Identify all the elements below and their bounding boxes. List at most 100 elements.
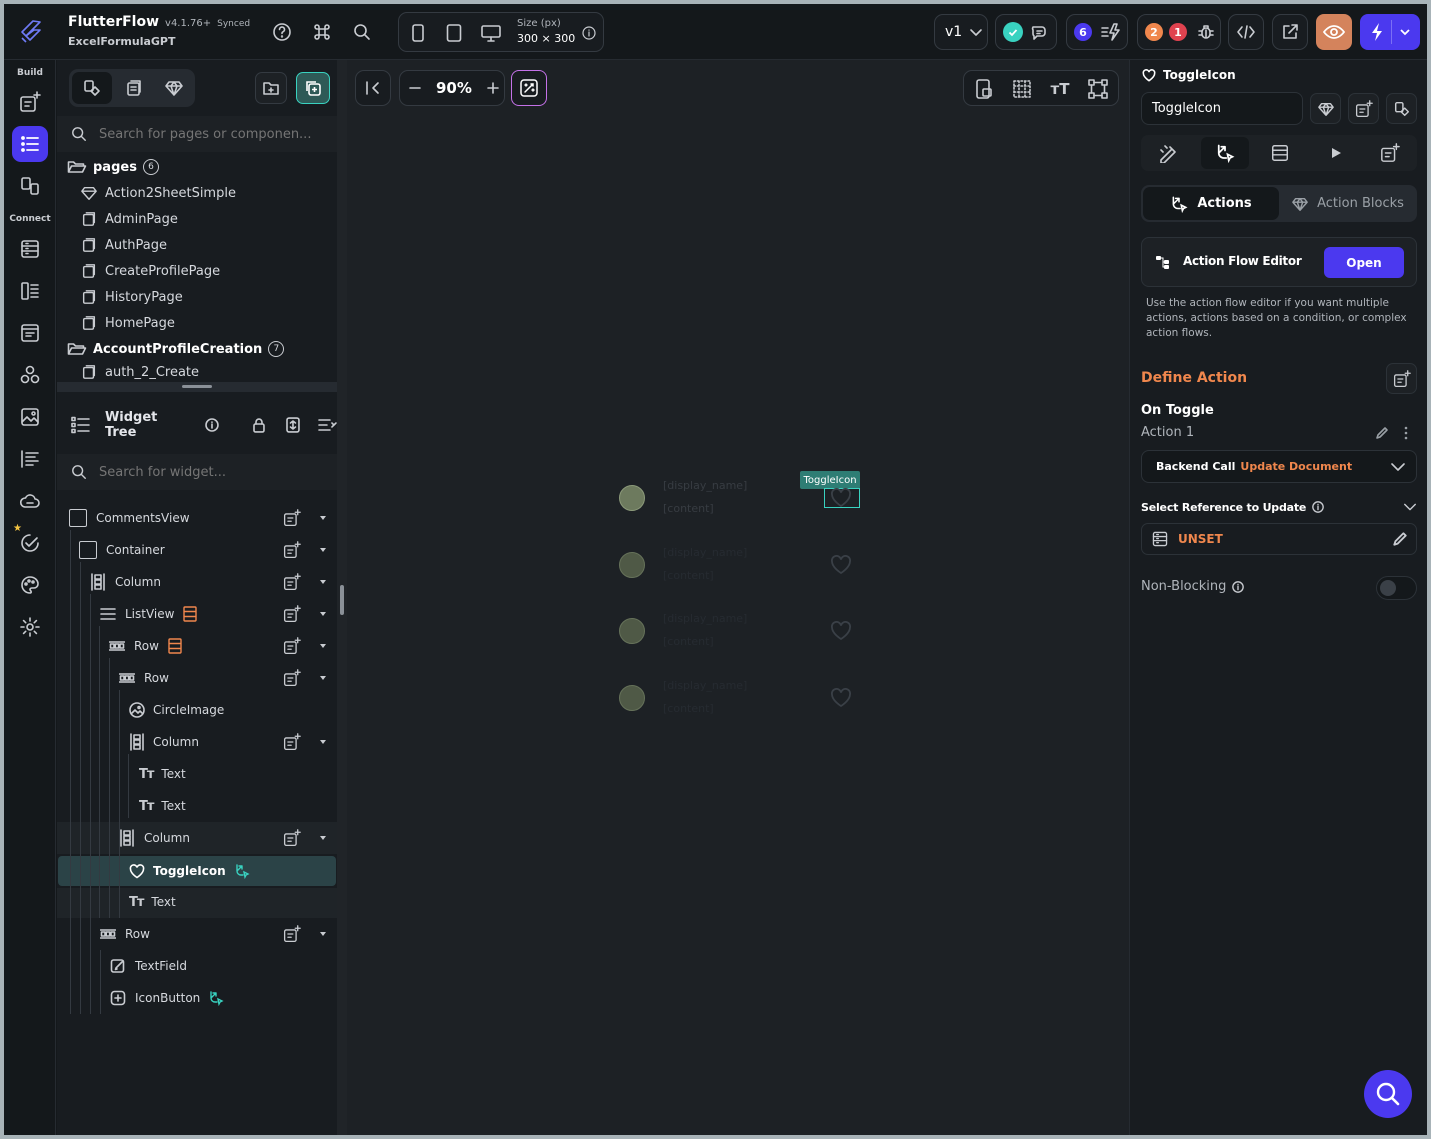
- page-item-authpage[interactable]: AuthPage: [57, 232, 337, 258]
- code-button[interactable]: [1228, 14, 1264, 50]
- rail-tests[interactable]: [12, 525, 48, 561]
- zoom-value[interactable]: 90%: [436, 79, 472, 97]
- folder-accountprofilecreation[interactable]: AccountProfileCreation 7: [57, 336, 337, 362]
- page-item-createprofilepage[interactable]: CreateProfilePage: [57, 258, 337, 284]
- documents-tab[interactable]: [115, 72, 153, 104]
- rail-integrations[interactable]: [12, 357, 48, 393]
- tree-item-textfield[interactable]: TextField: [57, 950, 337, 982]
- command-icon[interactable]: [310, 20, 334, 44]
- help-search-fab[interactable]: [1364, 1070, 1412, 1118]
- size-value[interactable]: 300 × 300: [517, 32, 575, 45]
- widget-name-field[interactable]: ToggleIcon: [1141, 92, 1303, 125]
- panel-splitter[interactable]: [337, 60, 347, 1135]
- widget-search-input[interactable]: [99, 464, 329, 480]
- tree-options-icon[interactable]: [317, 417, 337, 433]
- expand-collapse-icon[interactable]: [285, 417, 301, 433]
- rail-firestore[interactable]: [12, 231, 48, 267]
- rail-media-assets[interactable]: [12, 399, 48, 435]
- rail-api-calls[interactable]: [12, 315, 48, 351]
- tree-item-iconbutton[interactable]: IconButton: [57, 982, 337, 1014]
- select-reference-header[interactable]: Select Reference to Update: [1141, 499, 1417, 515]
- page-item-homepage[interactable]: HomePage: [57, 310, 337, 336]
- tab-properties[interactable]: [1147, 138, 1189, 168]
- add-folder-button[interactable]: [255, 72, 287, 104]
- text-scale-toggle[interactable]: тT: [1048, 77, 1072, 101]
- tab-documentation[interactable]: [1369, 138, 1411, 168]
- more-widget-options-button[interactable]: [1386, 93, 1417, 124]
- add-child-button[interactable]: [283, 828, 329, 848]
- open-flow-editor-button[interactable]: Open: [1324, 247, 1404, 278]
- tree-item-text[interactable]: Tт Text: [57, 758, 337, 790]
- tree-item-toggleicon[interactable]: ToggleIcon: [57, 855, 337, 887]
- info-icon[interactable]: [581, 25, 597, 41]
- version-select[interactable]: v1: [934, 14, 988, 50]
- rail-widget-tree[interactable]: [12, 126, 48, 162]
- tab-actions[interactable]: [1201, 137, 1249, 169]
- add-child-button[interactable]: [283, 636, 329, 656]
- rail-custom-code[interactable]: [12, 441, 48, 477]
- debug-group[interactable]: 2 1: [1137, 14, 1221, 50]
- page-item-auth2create[interactable]: auth_2_Create: [57, 362, 337, 382]
- subtab-actions[interactable]: Actions: [1143, 187, 1279, 220]
- design-canvas[interactable]: 90% тT ToggleIcon [display_name] [conten…: [347, 60, 1129, 1135]
- tab-backend-query[interactable]: [1259, 138, 1301, 168]
- pages-folder[interactable]: pages 6: [57, 154, 337, 180]
- action-more-button[interactable]: [1398, 424, 1414, 442]
- components-tab[interactable]: [155, 72, 193, 104]
- page-search[interactable]: [57, 116, 337, 152]
- info-icon[interactable]: [205, 418, 219, 432]
- wrap-widget-button[interactable]: [1348, 93, 1379, 124]
- tab-animations[interactable]: [1315, 138, 1357, 168]
- phone-icon[interactable]: [407, 22, 429, 44]
- collapse-panel-button[interactable]: [355, 70, 391, 106]
- help-icon[interactable]: [270, 20, 294, 44]
- layout-tools-toggle[interactable]: [1086, 77, 1110, 101]
- minus-icon[interactable]: [408, 81, 422, 95]
- action-type-select[interactable]: Backend Call Update Document: [1141, 450, 1417, 483]
- rail-cloud-functions[interactable]: [12, 483, 48, 519]
- panel-resize-bar[interactable]: [57, 382, 337, 392]
- add-action-button[interactable]: [1386, 363, 1417, 394]
- rail-add-widget[interactable]: [12, 84, 48, 120]
- project-name[interactable]: ExcelFormulaGPT: [68, 35, 176, 48]
- add-page-button[interactable]: [296, 72, 330, 104]
- rail-app-state[interactable]: [12, 273, 48, 309]
- rail-settings[interactable]: [12, 609, 48, 645]
- run-button[interactable]: [1360, 14, 1420, 50]
- open-external-button[interactable]: [1272, 14, 1308, 50]
- edit-action-name[interactable]: [1373, 424, 1391, 442]
- search-icon[interactable]: [350, 20, 374, 44]
- rail-theme[interactable]: [12, 567, 48, 603]
- status-group[interactable]: [995, 14, 1057, 50]
- flutterflow-logo-icon[interactable]: [14, 16, 46, 48]
- non-blocking-toggle[interactable]: [1376, 576, 1417, 600]
- page-item-adminpage[interactable]: AdminPage: [57, 206, 337, 232]
- subtab-action-blocks[interactable]: Action Blocks: [1281, 187, 1415, 220]
- page-item-historypage[interactable]: HistoryPage: [57, 284, 337, 310]
- add-child-button[interactable]: [283, 540, 329, 560]
- add-child-button[interactable]: [283, 508, 329, 528]
- convert-component-button[interactable]: [1310, 93, 1341, 124]
- preview-button[interactable]: [1316, 14, 1352, 50]
- plus-icon[interactable]: [486, 81, 500, 95]
- add-child-button[interactable]: [283, 572, 329, 592]
- rail-storyboard[interactable]: [12, 168, 48, 204]
- tree-item-text[interactable]: Tт Text: [57, 790, 337, 822]
- add-child-button[interactable]: [283, 604, 329, 624]
- reference-field[interactable]: UNSET: [1141, 523, 1417, 555]
- add-child-button[interactable]: [283, 668, 329, 688]
- issues-group[interactable]: 6: [1066, 14, 1128, 50]
- ai-gen-button[interactable]: [511, 70, 547, 106]
- page-search-input[interactable]: [99, 126, 329, 142]
- tree-item-text[interactable]: Tт Text: [57, 886, 337, 918]
- add-child-button[interactable]: [283, 732, 329, 752]
- device-frame-toggle[interactable]: [972, 77, 996, 101]
- widget-search[interactable]: [57, 454, 337, 490]
- lock-icon[interactable]: [251, 417, 267, 433]
- tree-item-circleimage[interactable]: CircleImage: [57, 694, 337, 726]
- tablet-icon[interactable]: [443, 22, 465, 44]
- grid-toggle[interactable]: [1010, 77, 1034, 101]
- pages-tab[interactable]: [72, 72, 112, 104]
- add-child-button[interactable]: [283, 924, 329, 944]
- page-item-action2sheetsimple[interactable]: Action2SheetSimple: [57, 180, 337, 206]
